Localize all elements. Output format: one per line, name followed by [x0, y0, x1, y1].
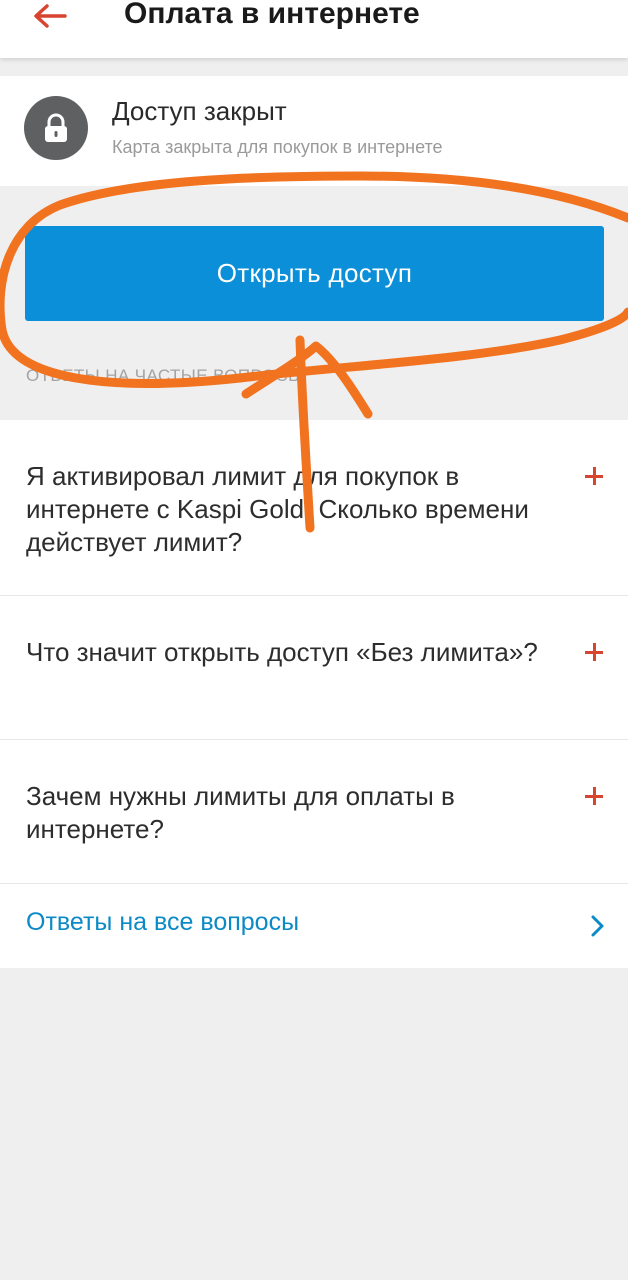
faq-question: Зачем нужны лимиты для оплаты в интернет…: [26, 781, 455, 844]
open-access-label: Открыть доступ: [216, 258, 413, 288]
open-access-button[interactable]: Открыть доступ: [25, 226, 604, 321]
plus-icon: [584, 642, 604, 662]
faq-item[interactable]: Я активировал лимит для покупок в интерн…: [0, 420, 628, 596]
status-subtitle: Карта закрыта для покупок в интернете: [112, 137, 443, 157]
faq-list: Я активировал лимит для покупок в интерн…: [0, 420, 628, 968]
page-title: Оплата в интернете: [124, 0, 420, 30]
access-status-card: Доступ закрыт Карта закрыта для покупок …: [0, 76, 628, 186]
faq-item[interactable]: Что значит открыть доступ «Без лимита»?: [0, 596, 628, 740]
status-title: Доступ закрыт: [112, 96, 287, 126]
chevron-right-icon: [591, 915, 604, 937]
payment-online-screen: Оплата в интернете Доступ закрыт Карта з…: [0, 0, 628, 1280]
faq-item[interactable]: Зачем нужны лимиты для оплаты в интернет…: [0, 740, 628, 884]
faq-question: Что значит открыть доступ «Без лимита»?: [26, 637, 538, 667]
all-answers-link[interactable]: Ответы на все вопросы: [0, 884, 628, 968]
faq-heading: Ответы на частые вопросы: [26, 366, 304, 385]
plus-icon: [584, 466, 604, 486]
back-button[interactable]: [26, 0, 74, 36]
app-header: Оплата в интернете: [0, 0, 628, 58]
plus-icon: [584, 786, 604, 806]
faq-question: Я активировал лимит для покупок в интерн…: [26, 461, 529, 557]
lock-icon: [24, 96, 88, 160]
arrow-left-icon: [34, 4, 67, 28]
all-answers-label: Ответы на все вопросы: [26, 908, 300, 936]
